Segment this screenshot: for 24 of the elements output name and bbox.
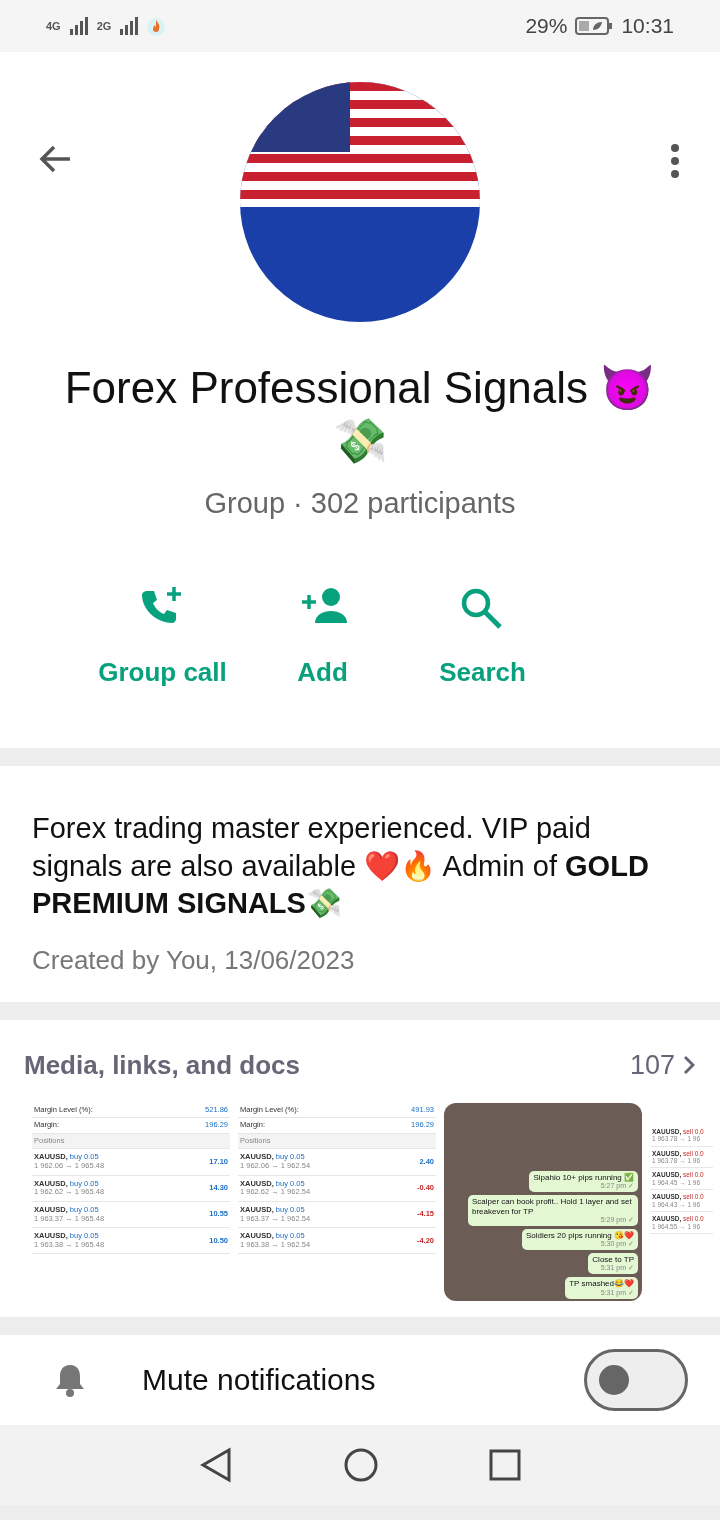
mute-label: Mute notifications [142,1362,376,1399]
recents-nav-icon[interactable] [489,1448,521,1481]
back-icon[interactable] [38,144,72,174]
signal-icon [68,17,89,35]
network-label: 2G [96,20,112,32]
clock: 10:31 [621,13,674,40]
battery-icon [575,16,614,36]
network-label: 4G [46,20,61,32]
add-button[interactable]: Add [242,585,403,693]
search-button[interactable]: Search [402,585,563,693]
group-participants: Group · 302 participants [203,485,517,521]
signal-icon [119,17,140,35]
more-options-icon[interactable] [670,144,680,178]
call-button[interactable]: Group call [82,585,243,693]
media-section-title: Media, links, and docs [24,1048,300,1082]
home-nav-icon[interactable] [343,1446,379,1483]
chevron-right-icon [683,1055,695,1076]
group-description: Forex trading master experienced. VIP paid signals are also available ❤🔥 Admin of GOLD PREMIUM SIGNALS💸 [31,811,650,922]
flame-icon [147,16,166,36]
media-count-link[interactable]: 107 [628,1044,696,1087]
group-name: Forex Professional Signals 😈 💸 [63,362,657,467]
battery-percent: 29% [525,13,568,40]
created-info: Created by You, 13/06/2023 [31,944,356,978]
back-nav-icon[interactable] [199,1446,233,1483]
